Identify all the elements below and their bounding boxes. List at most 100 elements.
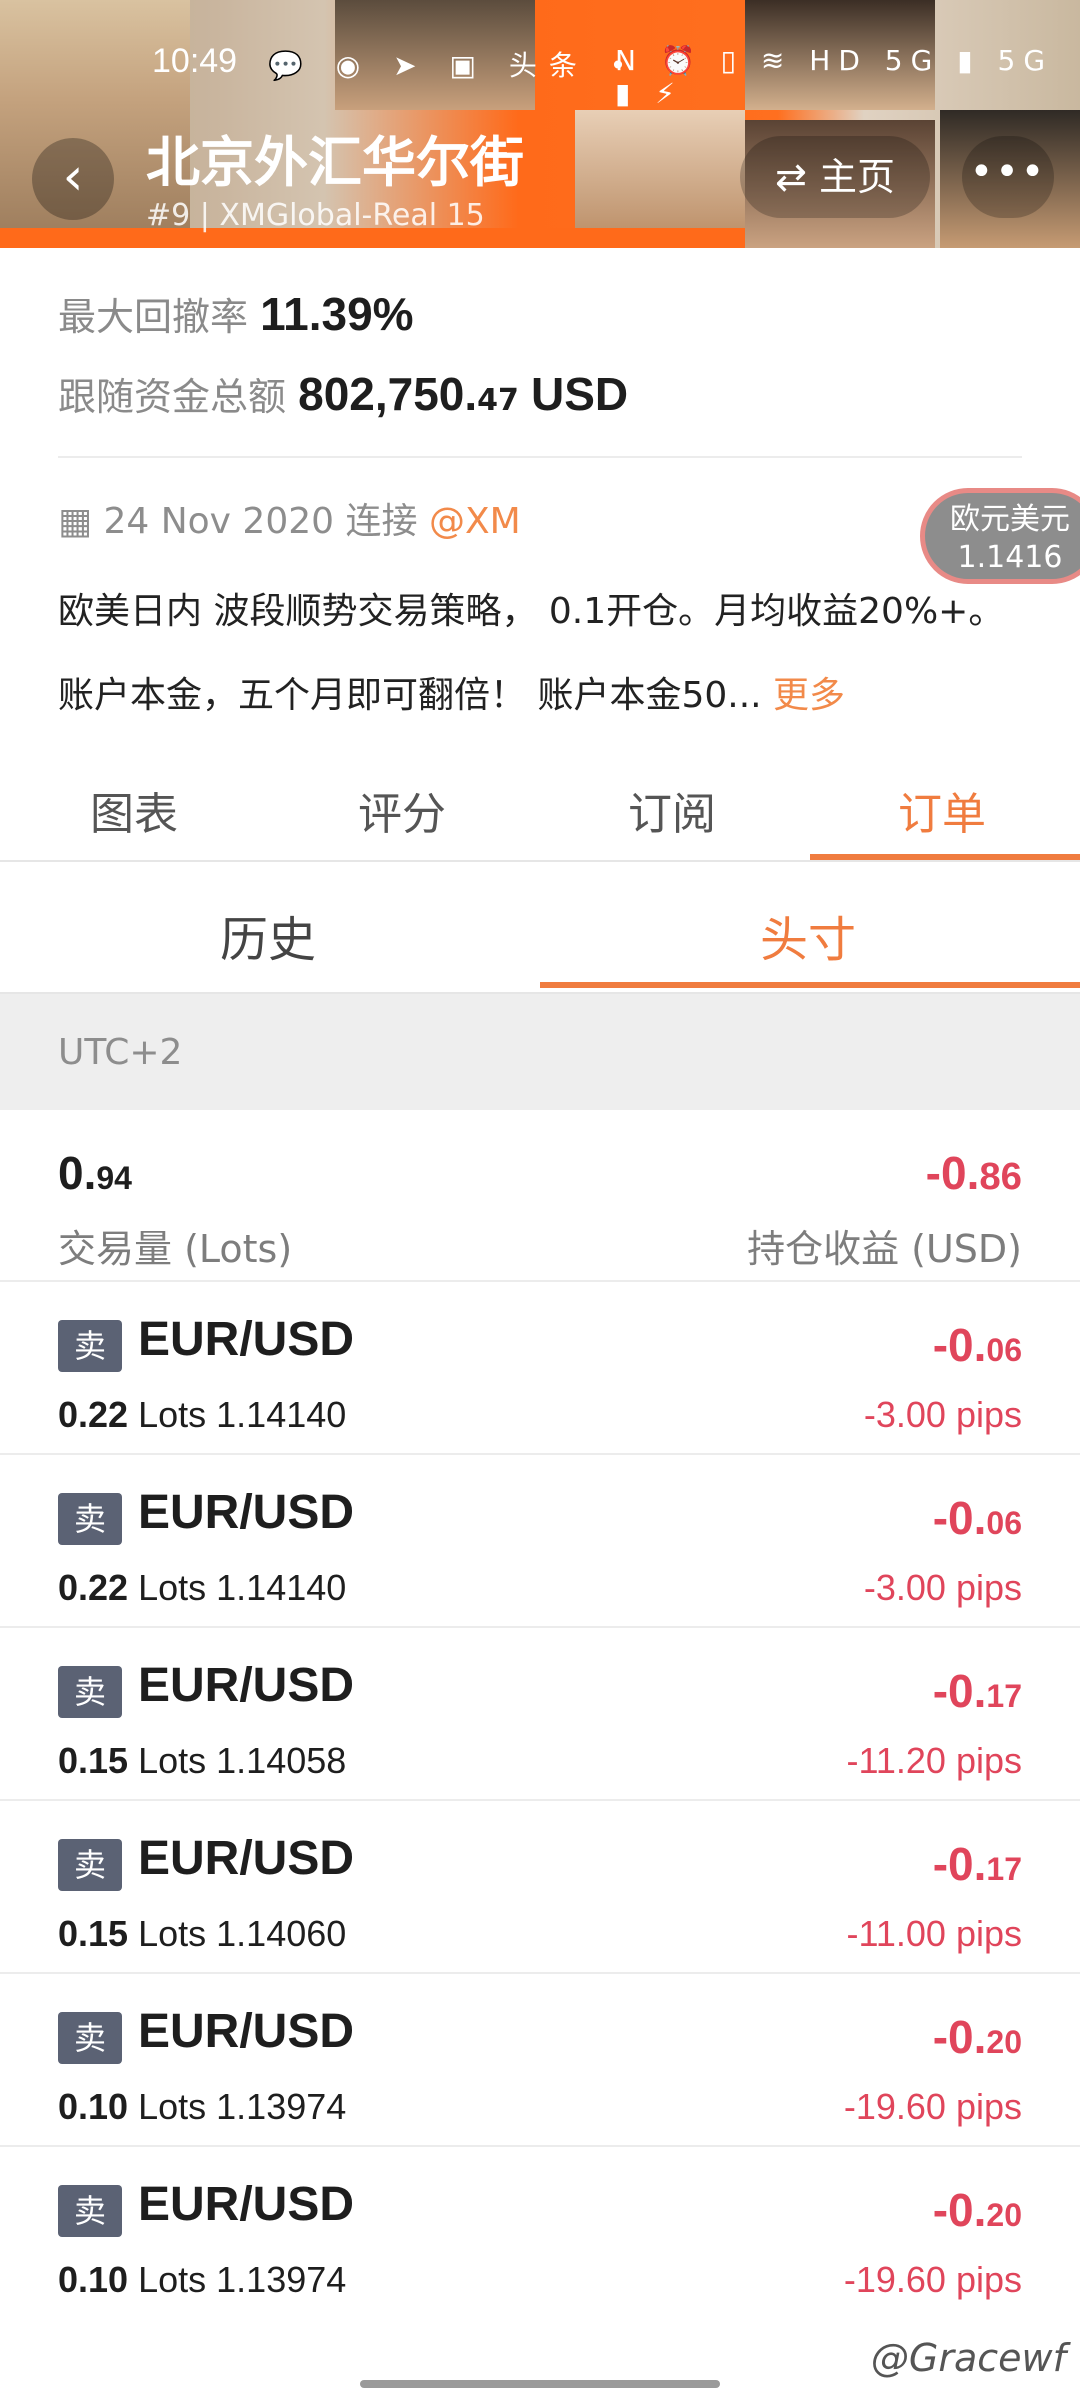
tab-orders[interactable]: 订单 (898, 778, 986, 842)
order-lots-unit: Lots (138, 1394, 207, 1435)
back-button[interactable]: ‹ (32, 138, 114, 220)
order-side-badge: 卖 (58, 1839, 122, 1891)
calendar-icon: ▦ (58, 501, 93, 542)
tab-subscribe[interactable]: 订阅 (628, 778, 716, 842)
total-funds-currency: USD (531, 368, 629, 420)
order-open-price: 1.14140 (216, 1394, 347, 1435)
order-lots: 0.10 (58, 2259, 129, 2300)
order-lots-unit: Lots (138, 1913, 207, 1954)
order-pl-int: -0. (932, 2011, 987, 2063)
order-pl-int: -0. (932, 1319, 987, 1371)
page-title: 北京外汇华尔街 (146, 131, 524, 194)
more-options-button[interactable]: ••• (962, 136, 1054, 218)
status-time: 10:49 (152, 42, 238, 80)
tab-rating[interactable]: 评分 (358, 778, 446, 842)
watermark: @Gracewf (870, 2336, 1066, 2380)
order-lots-unit: Lots (138, 2259, 207, 2300)
order-details: 0.10 Lots 1.13974 (58, 2086, 346, 2128)
subtab-active-indicator (540, 982, 1080, 988)
total-funds-value: 802,750. (298, 368, 478, 420)
subtab-history[interactable]: 历史 (220, 900, 316, 970)
order-lots-unit: Lots (138, 1567, 207, 1608)
tab-active-indicator (810, 854, 1080, 860)
order-details: 0.22 Lots 1.14140 (58, 1394, 346, 1436)
order-symbol: EUR/USD (138, 2005, 355, 2058)
order-symbol: EUR/USD (138, 1832, 355, 1885)
strategy-description: 欧美日内 波段顺势交易策略， 0.1开仓。月均收益20%+。 账户本金，五个月即… (58, 570, 1048, 738)
home-button[interactable]: ⇄ 主页 (740, 136, 930, 218)
divider (58, 456, 1022, 458)
order-pl: -0.06 (933, 1491, 1022, 1545)
max-drawdown-value: 11.39% (260, 288, 414, 340)
order-details: 0.15 Lots 1.14060 (58, 1913, 346, 1955)
order-pl: -0.17 (933, 1664, 1022, 1718)
order-pips: -3.00 pips (863, 1394, 1022, 1435)
tab-chart[interactable]: 图表 (90, 778, 178, 842)
max-drawdown-stat: 最大回撤率 11.39% (58, 286, 414, 341)
order-symbol: EUR/USD (138, 2178, 355, 2231)
order-open-price: 1.13974 (216, 2086, 347, 2127)
broker-link[interactable]: @XM (429, 501, 521, 542)
order-pl-int: -0. (932, 1665, 987, 1717)
order-pl: -0.20 (933, 2183, 1022, 2237)
timezone-label: UTC+2 (58, 1032, 183, 1073)
order-pl-int: -0. (932, 2184, 987, 2236)
order-open-price: 1.14060 (216, 1913, 347, 1954)
timezone-bar: UTC+2 (0, 994, 1080, 1110)
home-indicator[interactable] (360, 2380, 720, 2388)
order-lots: 0.10 (58, 2086, 129, 2127)
order-lots-unit: Lots (138, 2086, 207, 2127)
order-pl: -0.17 (933, 1837, 1022, 1891)
total-floating-pl: -0.86 (926, 1146, 1022, 1200)
order-row[interactable]: 卖 EUR/USD 0.15 Lots 1.14060 -0.17 -11.00 pip… (0, 1799, 1080, 1974)
description-text: 欧美日内 波段顺势交易策略， 0.1开仓。月均收益20%+。 账户本金，五个月即… (58, 591, 1005, 716)
order-pl-dec: 17 (986, 1678, 1022, 1714)
order-lots: 0.15 (58, 1913, 129, 1954)
subtab-positions[interactable]: 头寸 (760, 900, 856, 970)
more-link[interactable]: 更多 (773, 675, 845, 716)
order-side-badge: 卖 (58, 1320, 122, 1372)
connection-date: ▦ 24 Nov 2020 连接 @XM (58, 492, 521, 544)
total-volume-int: 0. (58, 1147, 97, 1199)
order-side-badge: 卖 (58, 2185, 122, 2237)
connection-date-text: 24 Nov 2020 连接 (103, 501, 418, 542)
order-side-badge: 卖 (58, 1493, 122, 1545)
floating-symbol-name: 欧元美元 (950, 502, 1070, 537)
order-row[interactable]: 卖 EUR/USD 0.10 Lots 1.13974 -0.20 -19.60 pip… (0, 1972, 1080, 2147)
order-pips: -11.00 pips (846, 1913, 1022, 1954)
order-pl-dec: 20 (986, 2197, 1022, 2233)
order-row[interactable]: 卖 EUR/USD 0.10 Lots 1.13974 -0.20 -19.60 pip… (0, 2145, 1080, 2320)
order-details: 0.10 Lots 1.13974 (58, 2259, 346, 2301)
order-lots-unit: Lots (138, 1740, 207, 1781)
order-details: 0.22 Lots 1.14140 (58, 1567, 346, 1609)
order-symbol: EUR/USD (138, 1659, 355, 1712)
order-open-price: 1.14058 (216, 1740, 347, 1781)
order-pips: -19.60 pips (843, 2259, 1022, 2300)
order-pl-int: -0. (932, 1492, 987, 1544)
account-subtitle: #9 | XMGlobal-Real 15 (146, 198, 485, 233)
order-open-price: 1.14140 (216, 1567, 347, 1608)
order-pl: -0.06 (933, 1318, 1022, 1372)
main-tabs: 图表 评分 订阅 订单 (0, 760, 1080, 862)
order-lots: 0.22 (58, 1394, 129, 1435)
total-pl-dec: 86 (979, 1155, 1022, 1198)
order-row[interactable]: 卖 EUR/USD 0.22 Lots 1.14140 -0.06 -3.00 pips (0, 1453, 1080, 1628)
order-side-badge: 卖 (58, 1666, 122, 1718)
order-pips: -19.60 pips (843, 2086, 1022, 2127)
order-pips: -3.00 pips (863, 1567, 1022, 1608)
order-pips: -11.20 pips (846, 1740, 1022, 1781)
sub-tabs: 历史 头寸 (0, 862, 1080, 994)
total-funds-label: 跟随资金总额 (58, 375, 287, 419)
total-funds-stat: 跟随资金总额 802,750.47 USD (58, 366, 628, 421)
order-pl: -0.20 (933, 2010, 1022, 2064)
order-lots: 0.15 (58, 1740, 129, 1781)
total-funds-decimal: 47 (477, 383, 519, 418)
order-pl-dec: 06 (986, 1505, 1022, 1541)
total-volume: 0.94 (58, 1146, 132, 1200)
order-row[interactable]: 卖 EUR/USD 0.22 Lots 1.14140 -0.06 -3.00 pips (0, 1280, 1080, 1455)
total-pl-int: -0. (925, 1147, 980, 1199)
order-pl-dec: 17 (986, 1851, 1022, 1887)
order-pl-dec: 20 (986, 2024, 1022, 2060)
system-status-icons: N ⏰ ▯ ≋ HD 5G ▮ 5G ▮ ⚡ (615, 44, 1054, 110)
order-row[interactable]: 卖 EUR/USD 0.15 Lots 1.14058 -0.17 -11.20 pip… (0, 1626, 1080, 1801)
